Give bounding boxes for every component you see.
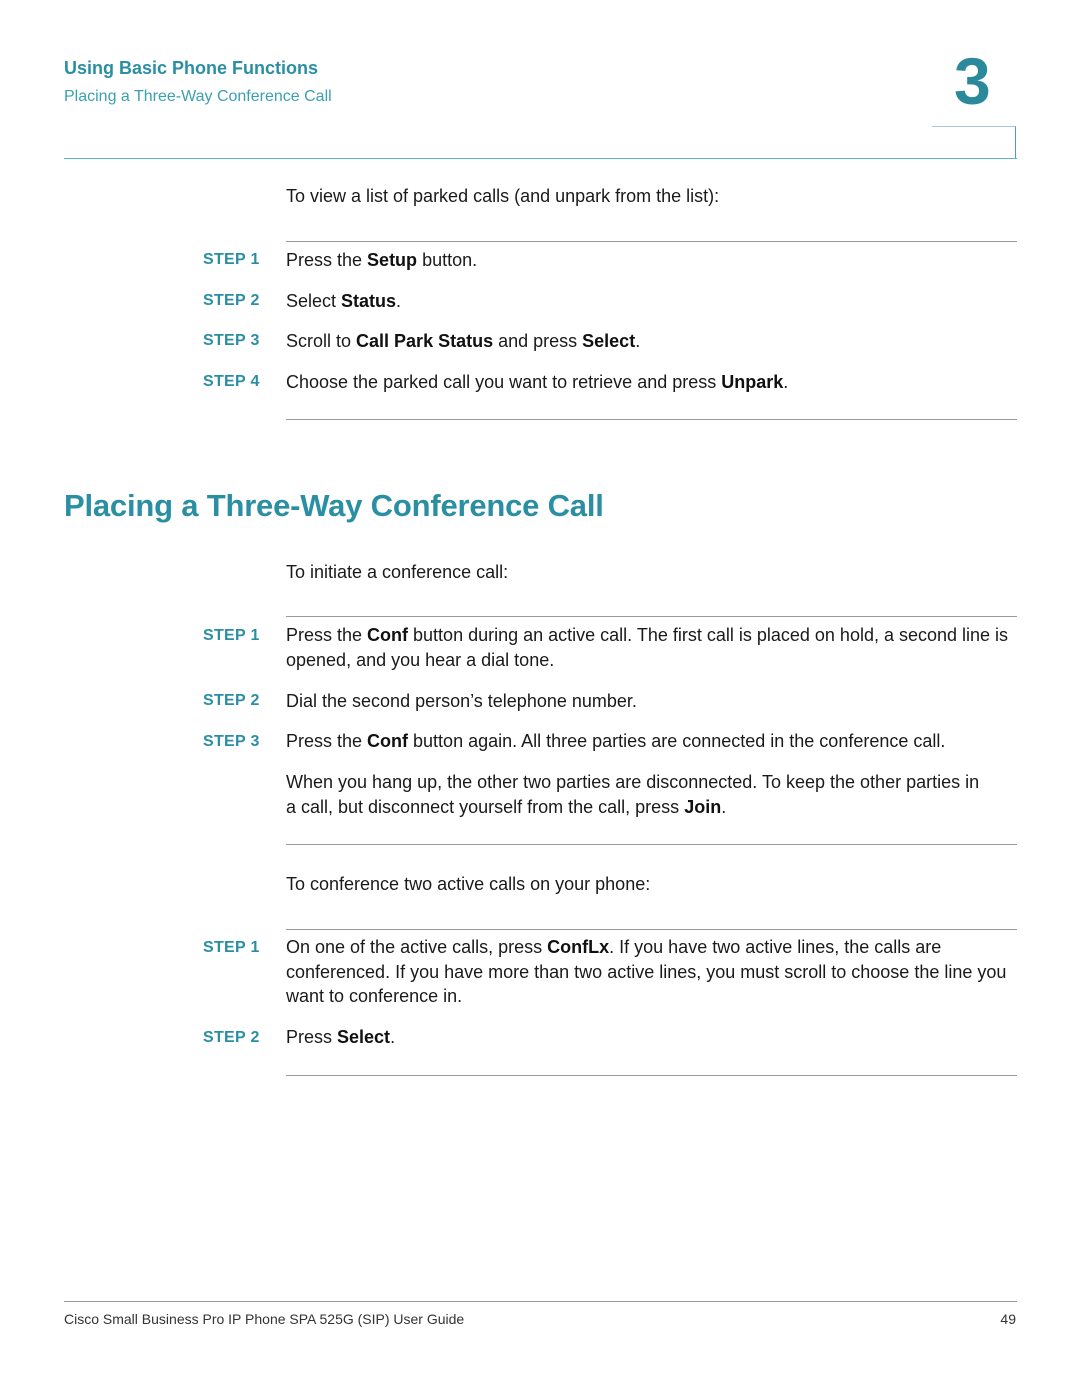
conference-intro-2: To conference two active calls on your p… <box>286 874 651 894</box>
running-section-title: Placing a Three-Way Conference Call <box>64 88 332 105</box>
conference-step-3-text: Press the Conf button again. All three p… <box>286 731 946 751</box>
conference-steps-bottom-rule <box>286 844 1017 845</box>
park-step-2-text: Select Status. <box>286 291 402 311</box>
park-step-4-text: Choose the parked call you want to retri… <box>286 372 789 392</box>
park-step-3-text: Scroll to Call Park Status and press Sel… <box>286 331 641 351</box>
conference2-step-2-label: STEP 2 <box>203 1029 260 1046</box>
conference2-steps-top-rule <box>286 929 1017 930</box>
conference2-step-1-label: STEP 1 <box>203 939 260 956</box>
ui-term: Unpark <box>721 372 784 392</box>
ui-term: Select <box>337 1027 391 1047</box>
chapter-number: 3 <box>954 44 991 118</box>
park-step-4-label: STEP 4 <box>203 373 260 390</box>
ui-term: ConfLx <box>547 937 610 957</box>
conference-intro: To initiate a conference call: <box>286 562 509 582</box>
ui-term: Status <box>341 291 397 311</box>
park-step-2-label: STEP 2 <box>203 292 260 309</box>
park-intro: To view a list of parked calls (and unpa… <box>286 186 720 206</box>
park-step-1-label: STEP 1 <box>203 251 260 268</box>
page-number: 49 <box>1000 1311 1016 1327</box>
conference2-step-1-text: On one of the active calls, press ConfLx… <box>286 937 1007 1006</box>
conference2-steps-bottom-rule <box>286 1075 1017 1076</box>
ui-term: Conf <box>367 731 409 751</box>
chapter-tab-box <box>932 126 1016 158</box>
park-steps-top-rule <box>286 241 1017 242</box>
section-heading: Placing a Three-Way Conference Call <box>64 488 604 523</box>
conference-step-1-label: STEP 1 <box>203 627 260 644</box>
conference-step-1-text: Press the Conf button during an active c… <box>286 625 1009 670</box>
conference-note: When you hang up, the other two parties … <box>286 772 980 817</box>
ui-term: Select <box>582 331 636 351</box>
park-step-3-label: STEP 3 <box>203 332 260 349</box>
footer-guide-title: Cisco Small Business Pro IP Phone SPA 52… <box>64 1311 465 1327</box>
conference-steps-top-rule <box>286 616 1017 617</box>
chapter-title: Using Basic Phone Functions <box>64 58 319 78</box>
park-steps-bottom-rule <box>286 419 1017 420</box>
ui-term: Join <box>684 796 722 817</box>
conference-step-3-label: STEP 3 <box>203 733 260 750</box>
conference2-step-2-text: Press Select. <box>286 1027 396 1047</box>
ui-term: Call Park Status <box>356 331 494 351</box>
ui-term: Setup <box>367 250 418 270</box>
conference-step-2-label: STEP 2 <box>203 692 260 709</box>
ui-term: Conf <box>367 625 409 645</box>
park-step-1-text: Press the Setup button. <box>286 250 478 270</box>
footer-divider <box>64 1301 1017 1302</box>
header-divider <box>64 158 1017 159</box>
conference-step-2-text: Dial the second person’s telephone numbe… <box>286 691 637 711</box>
